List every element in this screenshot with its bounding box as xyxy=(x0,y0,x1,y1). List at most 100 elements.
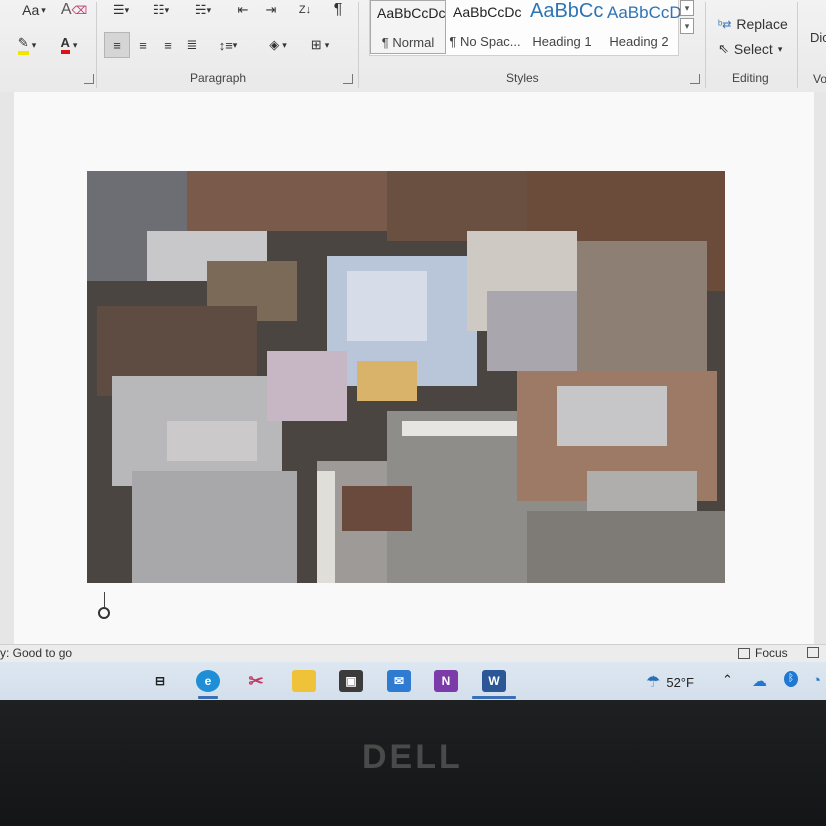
network-icon[interactable]: ◔ xyxy=(812,672,821,689)
paragraph-group-label: Paragraph xyxy=(190,71,247,85)
increase-indent-icon: ⇥ xyxy=(265,2,277,17)
editing-group-label: Editing xyxy=(732,71,769,85)
file-explorer-icon[interactable] xyxy=(292,670,316,692)
style-heading-1[interactable]: AaBbCc Heading 1 xyxy=(524,0,603,54)
screen: Aa ▾ A⌫ ✎ ▾ A ▾ ☰ ▾ ☷ ▾ ☵ ▾ ⇤ ⇥ Z↓ ¶ ≡ ≡ ≡ ≣ ↕… xyxy=(0,0,826,700)
replace-icon: ᵇ⇄ xyxy=(718,18,732,31)
paragraph-dialog-launcher[interactable] xyxy=(343,74,353,84)
style-sample: AaBbCcD xyxy=(607,3,682,22)
increase-indent-button[interactable]: ⇥ xyxy=(260,0,282,20)
style-name: Heading 2 xyxy=(609,34,669,49)
store-icon[interactable]: ▣ xyxy=(339,670,363,692)
style-normal[interactable]: AaBbCcDc ¶ Normal xyxy=(370,0,446,54)
font-dialog-launcher[interactable] xyxy=(84,74,94,84)
paint-bucket-icon: ◈ xyxy=(269,37,280,52)
pilcrow-icon: ¶ xyxy=(333,1,343,18)
select-button[interactable]: ⇖ Select ▾ xyxy=(718,41,782,57)
umbrella-icon: ☂ xyxy=(646,674,661,691)
multilevel-list-button[interactable]: ☵ ▾ xyxy=(186,0,220,20)
voice-label-cutoff: Vo xyxy=(813,72,826,86)
font-color-icon: A xyxy=(60,36,70,54)
shading-button[interactable]: ◈ ▾ xyxy=(260,32,296,58)
more-icon: ▾ xyxy=(684,20,690,31)
ribbon: Aa ▾ A⌫ ✎ ▾ A ▾ ☰ ▾ ☷ ▾ ☵ ▾ ⇤ ⇥ Z↓ ¶ ≡ ≡ ≡ ≣ ↕… xyxy=(0,0,826,93)
weather-temp: 52°F xyxy=(666,674,694,690)
status-bar: y: Good to go Focus xyxy=(0,644,826,663)
highlighter-icon: ✎ xyxy=(17,35,29,55)
styles-dialog-launcher[interactable] xyxy=(690,74,700,84)
styles-scroll: ▾ ▾ xyxy=(680,0,696,54)
highlight-button[interactable]: ✎ ▾ xyxy=(10,34,44,56)
active-indicator xyxy=(198,696,218,699)
pointer-icon: ⇖ xyxy=(718,41,729,56)
task-view-icon[interactable]: ⊟ xyxy=(148,670,172,692)
style-name: ¶ No Spac... xyxy=(449,34,521,49)
chevron-down-icon: ▾ xyxy=(777,43,783,54)
show-hidden-icons-button[interactable]: ⌃ xyxy=(722,672,733,688)
text-cursor xyxy=(104,592,105,607)
sort-icon: Z↓ xyxy=(298,4,312,16)
style-name: ¶ Normal xyxy=(381,35,435,50)
mouse-pointer-icon xyxy=(98,607,110,619)
edge-icon[interactable]: e xyxy=(196,670,220,692)
style-heading-2[interactable]: AaBbCcD Heading 2 xyxy=(601,0,682,54)
style-sample: AaBbCcDc xyxy=(453,4,522,20)
accessibility-status[interactable]: y: Good to go xyxy=(0,646,72,660)
borders-button[interactable]: ⊞ ▾ xyxy=(302,32,338,58)
separator xyxy=(705,2,706,88)
taskbar: ⊟ e ✂ ▣ ✉ N W ☂ 52°F ⌃ ☁ ᛒ ◔ xyxy=(0,662,826,700)
show-formatting-button[interactable]: ¶ xyxy=(327,0,349,20)
bullets-button[interactable]: ☰ ▾ xyxy=(104,0,138,20)
clear-formatting-button[interactable]: A⌫ xyxy=(60,0,88,20)
focus-icon xyxy=(738,647,750,659)
style-no-spacing[interactable]: AaBbCcDc ¶ No Spac... xyxy=(447,0,523,54)
word-icon[interactable]: W xyxy=(482,670,506,692)
bluetooth-icon[interactable]: ᛒ xyxy=(784,671,798,687)
weather-widget[interactable]: ☂ 52°F xyxy=(646,672,694,692)
inserted-photo[interactable] xyxy=(87,171,725,583)
align-right-icon: ≡ xyxy=(164,37,172,53)
decrease-indent-icon: ⇤ xyxy=(237,2,249,17)
onenote-icon[interactable]: N xyxy=(434,670,458,692)
dell-logo: DELL xyxy=(362,738,463,776)
decrease-indent-button[interactable]: ⇤ xyxy=(232,0,254,20)
line-spacing-button[interactable]: ↕≡ ▾ xyxy=(210,32,246,58)
style-name: Heading 1 xyxy=(532,34,592,49)
multilevel-list-icon: ☵ xyxy=(194,2,207,17)
sort-button[interactable]: Z↓ xyxy=(294,0,316,20)
snip-sketch-icon[interactable]: ✂ xyxy=(244,670,268,692)
align-center-icon: ≡ xyxy=(139,37,147,53)
align-right-button[interactable]: ≡ xyxy=(157,32,179,58)
borders-icon: ⊞ xyxy=(310,37,322,52)
font-color-button[interactable]: A ▾ xyxy=(52,34,86,56)
styles-gallery: AaBbCcDc ¶ Normal AaBbCcDc ¶ No Spac... … xyxy=(369,0,682,56)
style-sample: AaBbCcDc xyxy=(377,5,446,21)
select-label: Select xyxy=(733,41,773,57)
change-case-label: Aa xyxy=(22,2,40,18)
active-indicator xyxy=(472,696,516,699)
change-case-button[interactable]: Aa ▾ xyxy=(16,0,52,20)
separator xyxy=(358,2,359,88)
onedrive-icon[interactable]: ☁ xyxy=(752,672,767,690)
mail-icon[interactable]: ✉ xyxy=(387,670,411,692)
read-mode-icon[interactable] xyxy=(807,647,819,658)
justify-button[interactable]: ≣ xyxy=(181,32,203,58)
align-left-icon: ≡ xyxy=(113,37,121,53)
separator xyxy=(96,2,97,88)
numbering-icon: ☷ xyxy=(152,2,165,17)
clear-formatting-icon: A⌫ xyxy=(60,1,88,18)
separator xyxy=(797,2,798,88)
styles-more-button[interactable]: ▾ xyxy=(680,18,694,34)
styles-scroll-down-button[interactable]: ▾ xyxy=(680,0,694,16)
focus-button[interactable]: Focus xyxy=(738,646,788,660)
chevron-down-icon: ▾ xyxy=(684,2,690,13)
replace-button[interactable]: ᵇ⇄ Replace xyxy=(718,16,788,32)
rooftops-photo-graphic xyxy=(87,171,725,583)
align-left-button[interactable]: ≡ xyxy=(104,32,130,58)
numbering-button[interactable]: ☷ ▾ xyxy=(144,0,178,20)
line-spacing-icon: ↕≡ xyxy=(218,37,233,53)
align-center-button[interactable]: ≡ xyxy=(132,32,154,58)
dictate-label-cutoff[interactable]: Dic xyxy=(810,30,826,45)
replace-label: Replace xyxy=(736,16,788,32)
chevron-up-icon: ⌃ xyxy=(722,672,733,687)
